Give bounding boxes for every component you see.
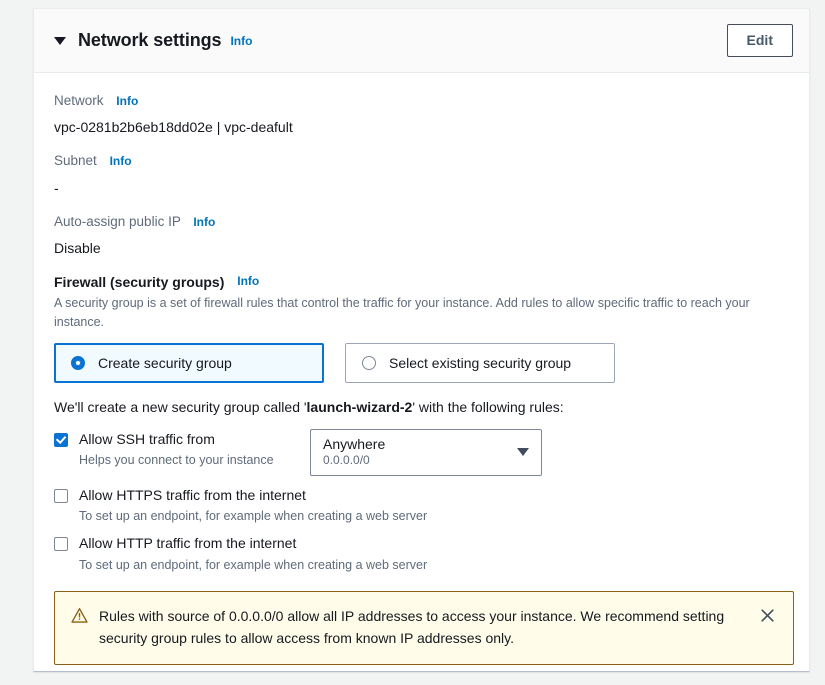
network-info-link[interactable]: Info (116, 94, 138, 108)
warning-alert-message: Rules with source of 0.0.0.0/0 allow all… (99, 608, 725, 646)
chevron-down-icon[interactable] (517, 448, 529, 457)
page-title: Network settings (78, 30, 222, 50)
security-group-name: launch-wizard-2 (306, 398, 413, 415)
rule-ssh-subtitle: Helps you connect to your instance (79, 453, 274, 468)
ssh-source-select-texts: Anywhere 0.0.0.0/0 (323, 436, 517, 468)
radio-tile-create-label: Create security group (98, 354, 232, 371)
firewall-info-link[interactable]: Info (237, 274, 259, 288)
rules-intro-suffix: ' with the following rules: (412, 398, 564, 415)
subnet-info-link[interactable]: Info (110, 154, 132, 168)
radio-tile-create-security-group[interactable]: Create security group (54, 342, 324, 383)
ssh-source-select-value: Anywhere (323, 436, 386, 453)
rule-http-left: Allow HTTP traffic from the internet To … (54, 533, 427, 573)
rule-row-ssh: Allow SSH traffic from Helps you connect… (54, 428, 789, 476)
warning-alert: Rules with source of 0.0.0.0/0 allow all… (54, 591, 794, 665)
rules-intro-prefix: We'll create a new security group called… (54, 398, 307, 415)
radio-unselected-icon[interactable] (362, 355, 376, 370)
checkbox-allow-http[interactable] (54, 537, 68, 552)
auto-assign-ip-field-label: Auto-assign public IP Info (54, 214, 789, 230)
rule-https-title: Allow HTTPS traffic from the internet (79, 486, 306, 503)
auto-assign-ip-value: Disable (54, 239, 101, 256)
rule-https-subtitle: To set up an endpoint, for example when … (79, 509, 428, 524)
rules-intro: We'll create a new security group called… (54, 399, 789, 415)
ssh-source-select-cidr: 0.0.0.0/0 (323, 453, 370, 468)
checkbox-allow-https[interactable] (54, 488, 68, 503)
network-label-text: Network (54, 93, 104, 108)
panel-header: Network settings Info Edit (34, 9, 809, 73)
rule-http-title: Allow HTTP traffic from the internet (79, 535, 297, 552)
rule-row-https: Allow HTTPS traffic from the internet To… (54, 485, 789, 525)
checkbox-allow-ssh[interactable] (54, 432, 68, 447)
panel-body: Network Info vpc-0281b2b6eb18dd02e | vpc… (34, 73, 809, 665)
subnet-value: - (54, 179, 59, 196)
rule-ssh-title: Allow SSH traffic from (79, 430, 215, 447)
subnet-field-label: Subnet Info (54, 153, 789, 169)
rule-ssh-left: Allow SSH traffic from Helps you connect… (54, 429, 306, 469)
network-field-label: Network Info (54, 93, 789, 109)
radio-tile-select-existing-security-group[interactable]: Select existing security group (345, 342, 615, 383)
radio-tile-select-existing-label: Select existing security group (389, 354, 572, 371)
firewall-description: A security group is a set of firewall ru… (54, 296, 750, 329)
rule-http-text: Allow HTTP traffic from the internet To … (79, 535, 427, 573)
firewall-heading-text: Firewall (security groups) (54, 274, 225, 291)
caret-down-icon[interactable] (54, 36, 66, 45)
subnet-label-text: Subnet (54, 153, 97, 169)
close-icon[interactable] (759, 607, 779, 627)
radio-selected-icon[interactable] (71, 355, 85, 370)
edit-button[interactable]: Edit (726, 23, 793, 58)
rule-row-http: Allow HTTP traffic from the internet To … (54, 533, 789, 573)
ssh-source-select[interactable]: Anywhere 0.0.0.0/0 (310, 428, 542, 476)
network-settings-panel: Network settings Info Edit Network Info … (33, 8, 810, 672)
header-info-link[interactable]: Info (230, 34, 252, 48)
warning-triangle-icon (71, 607, 88, 629)
rule-http-subtitle: To set up an endpoint, for example when … (79, 557, 428, 572)
rule-ssh-text: Allow SSH traffic from Helps you connect… (79, 431, 274, 469)
auto-assign-ip-label-text: Auto-assign public IP (54, 213, 181, 229)
rule-https-text: Allow HTTPS traffic from the internet To… (79, 487, 427, 525)
firewall-heading: Firewall (security groups) Info (54, 274, 789, 290)
security-group-option-group: Create security group Select existing se… (54, 342, 789, 383)
network-value: vpc-0281b2b6eb18dd02e | vpc-deafult (54, 119, 293, 136)
rule-https-left: Allow HTTPS traffic from the internet To… (54, 485, 427, 525)
auto-assign-ip-info-link[interactable]: Info (193, 215, 215, 229)
